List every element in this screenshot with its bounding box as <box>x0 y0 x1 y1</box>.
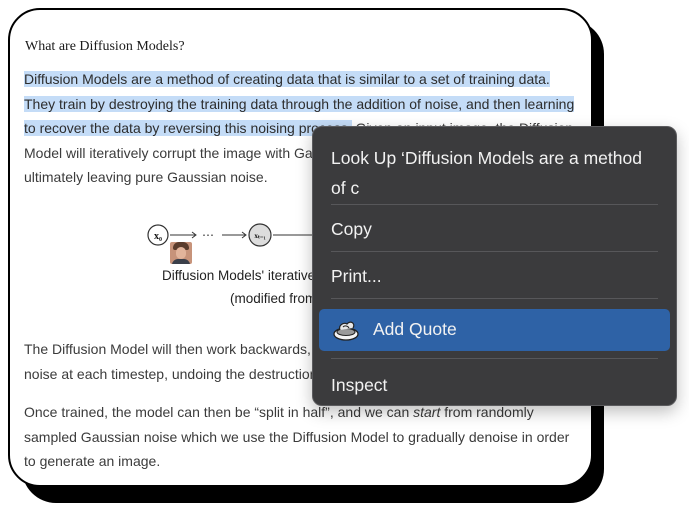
menu-item-label: Copy <box>331 219 372 239</box>
menu-item-print[interactable]: Print... <box>313 262 676 292</box>
paragraph-text: Once trained, the model can then be “spl… <box>24 404 414 420</box>
diagram-node-xt1: xₜ₋₁ <box>254 232 265 240</box>
menu-item-add-quote[interactable]: Add Quote <box>319 309 670 351</box>
menu-item-label: Look Up ‘Diffusion Models are a method o… <box>331 148 642 198</box>
menu-item-copy[interactable]: Copy <box>313 215 676 245</box>
menu-item-label: Add Quote <box>373 319 457 339</box>
menu-item-label: Print... <box>331 266 382 286</box>
menu-separator <box>331 204 658 205</box>
paragraph-3: Once trained, the model can then be “spl… <box>24 400 584 474</box>
sample-face-image <box>170 242 192 264</box>
figure-caption-source: (modified from <box>230 291 317 306</box>
menu-item-look-up[interactable]: Look Up ‘Diffusion Models are a method o… <box>313 137 676 205</box>
context-menu: Look Up ‘Diffusion Models are a method o… <box>312 126 677 406</box>
menu-separator <box>331 298 658 299</box>
menu-item-label: Inspect <box>331 375 388 395</box>
quote-bowl-icon <box>333 321 359 341</box>
diagram-node-x0: x₀ <box>154 231 162 242</box>
menu-separator <box>331 358 658 359</box>
italic-term: start <box>413 404 441 420</box>
article-heading: What are Diffusion Models? <box>25 39 185 54</box>
menu-item-inspect[interactable]: Inspect <box>313 371 676 401</box>
diagram-dots: ⋯ <box>202 228 214 242</box>
menu-separator <box>331 251 658 252</box>
